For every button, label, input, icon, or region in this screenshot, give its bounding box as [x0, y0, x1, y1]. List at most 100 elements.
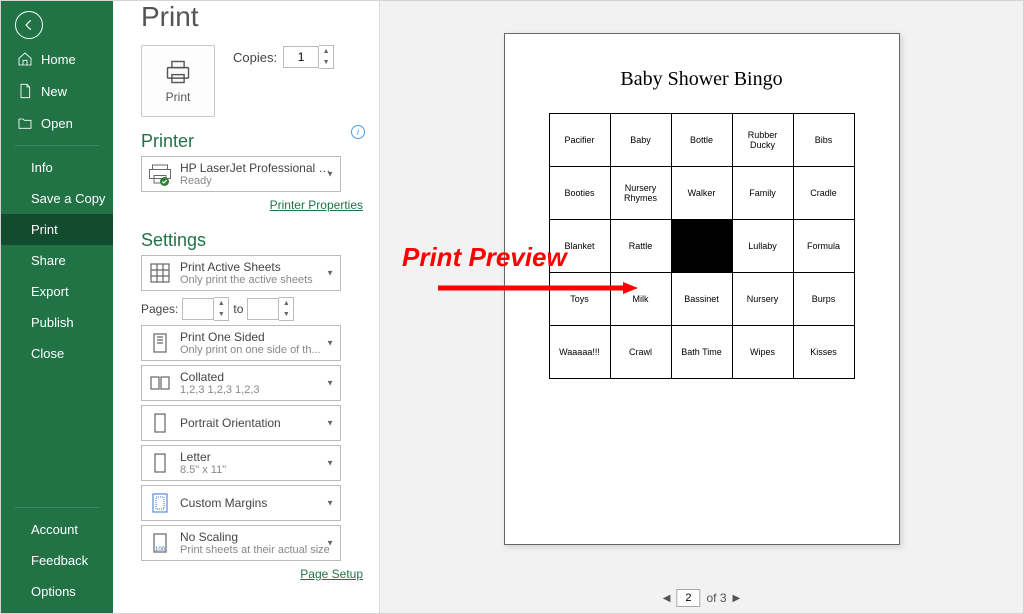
one-sided-icon: [148, 331, 172, 355]
bingo-cell: Walker: [671, 167, 732, 220]
sidebar-item-save-a-copy[interactable]: Save a Copy: [1, 183, 113, 214]
sides-dropdown[interactable]: Print One Sided Only print on one side o…: [141, 325, 341, 361]
chevron-down-icon: ▼: [326, 170, 334, 179]
bingo-cell: Cradle: [793, 167, 854, 220]
copies-down[interactable]: ▼: [319, 57, 333, 68]
app-root: Home New Open InfoSave a CopyPrintShareE…: [0, 0, 1024, 614]
arrow-left-icon: [22, 18, 36, 32]
bingo-cell: Kisses: [793, 326, 854, 379]
preview-page: Baby Shower Bingo PacifierBabyBottleRubb…: [504, 33, 900, 545]
chevron-down-icon: ▼: [326, 499, 334, 508]
printer-status: Ready: [180, 175, 336, 187]
bingo-cell: Wipes: [732, 326, 793, 379]
pages-from-down[interactable]: ▼: [214, 309, 228, 320]
bingo-grid: PacifierBabyBottleRubber DuckyBibsBootie…: [549, 113, 855, 379]
pages-from-up[interactable]: ▲: [214, 298, 228, 309]
bingo-cell: Nursery: [732, 273, 793, 326]
printer-icon: [163, 58, 193, 86]
scaling-icon: 100: [148, 531, 172, 555]
sidebar-item-options[interactable]: Options: [1, 576, 113, 607]
sidebar-item-home[interactable]: Home: [1, 43, 113, 75]
bingo-cell: Bibs: [793, 114, 854, 167]
pages-to-input[interactable]: [247, 298, 279, 320]
pages-to-up[interactable]: ▲: [279, 298, 293, 309]
page-setup-link[interactable]: Page Setup: [300, 567, 363, 581]
collate-icon: [148, 371, 172, 395]
page-navigator: ◀ of 3 ▶: [663, 589, 740, 607]
printer-dropdown[interactable]: HP LaserJet Professional P 1... Ready ▼: [141, 156, 341, 192]
print-settings-panel: Print Print Copies:: [113, 1, 379, 613]
print-button-label: Print: [166, 90, 191, 104]
chevron-down-icon: ▼: [326, 419, 334, 428]
back-button[interactable]: [15, 11, 43, 39]
collate-dropdown[interactable]: Collated 1,2,3 1,2,3 1,2,3 ▼: [141, 365, 341, 401]
copies-label: Copies:: [233, 50, 277, 65]
bingo-cell: Family: [732, 167, 793, 220]
chevron-down-icon: ▼: [326, 269, 334, 278]
sidebar-item-new[interactable]: New: [1, 75, 113, 107]
sidebar-item-open[interactable]: Open: [1, 107, 113, 139]
open-icon: [17, 115, 33, 131]
bingo-cell: Booties: [549, 167, 610, 220]
sidebar-item-publish[interactable]: Publish: [1, 307, 113, 338]
sidebar-item-info[interactable]: Info: [1, 152, 113, 183]
pages-from-input[interactable]: [182, 298, 214, 320]
current-page-input[interactable]: [676, 589, 700, 607]
chevron-down-icon: ▼: [326, 539, 334, 548]
copies-up[interactable]: ▲: [319, 46, 333, 57]
printer-status-icon: [148, 162, 172, 186]
sidebar-bottom-group: AccountFeedbackOptions: [1, 501, 113, 613]
bingo-cell: Formula: [793, 220, 854, 273]
prev-page-button[interactable]: ◀: [663, 593, 671, 604]
pages-to-down[interactable]: ▼: [279, 309, 293, 320]
printer-heading: Printer i: [141, 131, 363, 152]
bingo-cell: Baby: [610, 114, 671, 167]
info-icon[interactable]: i: [351, 125, 365, 139]
copies-input[interactable]: [283, 46, 319, 68]
chevron-down-icon: ▼: [326, 339, 334, 348]
bingo-cell: Rubber Ducky: [732, 114, 793, 167]
sidebar-item-label: Open: [41, 116, 73, 131]
orientation-dropdown[interactable]: Portrait Orientation ▼: [141, 405, 341, 441]
backstage-sidebar: Home New Open InfoSave a CopyPrintShareE…: [1, 1, 113, 613]
main-area: Print Print Copies:: [113, 1, 1023, 613]
bingo-cell: Burps: [793, 273, 854, 326]
next-page-button[interactable]: ▶: [733, 593, 741, 604]
sidebar-divider: [15, 507, 99, 508]
sidebar-divider: [15, 145, 99, 146]
sidebar-item-close[interactable]: Close: [1, 338, 113, 369]
bingo-cell: Blanket: [549, 220, 610, 273]
home-icon: [17, 51, 33, 67]
bingo-cell: Bassinet: [671, 273, 732, 326]
copies-row: Copies: ▲▼: [233, 45, 334, 69]
scaling-dropdown[interactable]: 100 No Scaling Print sheets at their act…: [141, 525, 341, 561]
bingo-cell: Bath Time: [671, 326, 732, 379]
print-what-dropdown[interactable]: Print Active Sheets Only print the activ…: [141, 255, 341, 291]
sidebar-item-share[interactable]: Share: [1, 245, 113, 276]
page-total-label: of 3: [706, 591, 726, 605]
bingo-cell: Bottle: [671, 114, 732, 167]
preview-document-title: Baby Shower Bingo: [537, 68, 867, 91]
chevron-down-icon: ▼: [326, 459, 334, 468]
new-icon: [17, 83, 33, 99]
paper-dropdown[interactable]: Letter 8.5" x 11" ▼: [141, 445, 341, 481]
sidebar-item-feedback[interactable]: Feedback: [1, 545, 113, 576]
bingo-cell: Crawl: [610, 326, 671, 379]
settings-heading: Settings: [141, 230, 363, 251]
sidebar-item-label: Home: [41, 52, 76, 67]
printer-properties-link[interactable]: Printer Properties: [270, 198, 363, 212]
print-preview-panel: Baby Shower Bingo PacifierBabyBottleRubb…: [379, 1, 1023, 613]
bingo-cell: Toys: [549, 273, 610, 326]
sidebar-item-account[interactable]: Account: [1, 514, 113, 545]
bingo-cell: Waaaaa!!!: [549, 326, 610, 379]
sidebar-item-label: New: [41, 84, 67, 99]
page-title: Print: [141, 1, 363, 33]
content-row: Print Print Copies:: [113, 1, 1023, 613]
print-button[interactable]: Print: [141, 45, 215, 117]
svg-text:100: 100: [155, 547, 166, 553]
chevron-down-icon: ▼: [326, 379, 334, 388]
sidebar-item-export[interactable]: Export: [1, 276, 113, 307]
margins-dropdown[interactable]: Custom Margins ▼: [141, 485, 341, 521]
sidebar-item-print[interactable]: Print: [1, 214, 113, 245]
sheets-icon: [148, 261, 172, 285]
